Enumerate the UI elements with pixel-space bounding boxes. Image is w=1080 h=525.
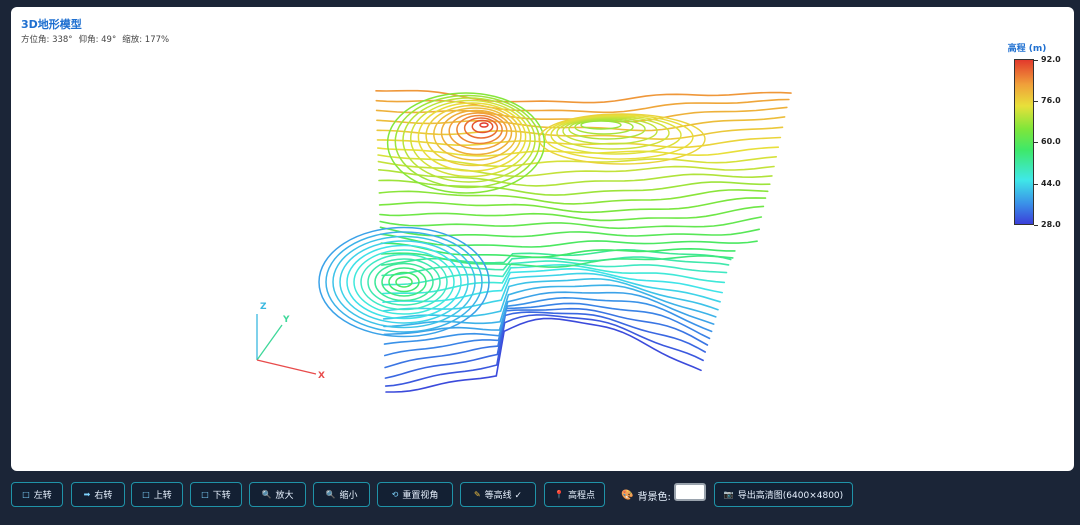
terrain-viewport[interactable]: 3D地形模型 方位角: 338° 仰角: 49° 缩放: 177% 高程 (m) 9… xyxy=(11,7,1074,471)
contour-line xyxy=(378,197,767,214)
zoom-label: 缩放: xyxy=(122,35,143,45)
contour-line xyxy=(479,122,489,128)
z-axis-label: Z xyxy=(260,302,267,312)
contour-line xyxy=(395,276,413,288)
elevation-colorbar xyxy=(1014,59,1034,225)
pin-icon: 📍 xyxy=(554,490,564,499)
reset-icon: ⟲ xyxy=(391,490,399,499)
reset-view-button[interactable]: ⟲ 重置视角 xyxy=(377,482,453,507)
rotate-up-label: 上转 xyxy=(153,491,172,501)
colorbar-tick xyxy=(1034,142,1038,143)
elevation-points-button[interactable]: 📍 高程点 xyxy=(544,482,605,507)
contour-line xyxy=(379,205,765,222)
rotate-left-button[interactable]: □ 左转 xyxy=(11,482,63,507)
axis-gizmo: Z Y X xyxy=(256,302,325,381)
page-title: 3D地形模型 xyxy=(21,18,82,31)
toolbar: □ 左转 ➡ 右转 □ 上转 □ 下转 🔍 放大 🔍 缩小 ⟲ 重置视角 ✎ 等高线 ✓ 📍 高程… xyxy=(11,482,1074,508)
y-axis-line xyxy=(256,324,283,361)
zoom-value: 177% xyxy=(144,35,170,45)
terrain-contour-plot[interactable] xyxy=(11,7,1074,471)
contours-toggle-label: 等高线 ✓ xyxy=(484,491,523,501)
magnifier-icon: 🔍 xyxy=(325,490,336,499)
contour-line xyxy=(379,216,763,230)
colorbar-tick xyxy=(1034,225,1038,226)
rotate-up-button[interactable]: □ 上转 xyxy=(131,482,183,507)
y-axis-label: Y xyxy=(282,315,290,325)
colorbar-tick xyxy=(1034,60,1038,61)
zoom-out-label: 缩小 xyxy=(339,491,358,501)
export-hd-button[interactable]: 📷 导出高清图(6400×4800) xyxy=(714,482,853,507)
contour-line xyxy=(378,189,769,205)
azimuth-value: 338° xyxy=(52,35,73,45)
elevation-points-label: 高程点 xyxy=(567,491,595,501)
azimuth-label: 方位角: xyxy=(21,35,50,45)
x-axis-line xyxy=(256,359,317,375)
square-icon: □ xyxy=(201,490,209,499)
contour-line xyxy=(376,126,784,141)
square-icon: □ xyxy=(22,490,30,499)
x-axis-label: X xyxy=(318,371,325,381)
colorbar-tick-label: 92.0 xyxy=(1041,55,1061,64)
view-status: 方位角: 338° 仰角: 49° 缩放: 177% xyxy=(21,33,169,45)
colorbar-tick xyxy=(1034,101,1038,102)
colorbar-tick-label: 76.0 xyxy=(1041,96,1061,105)
reset-view-label: 重置视角 xyxy=(402,491,439,501)
palette-icon: 🎨 xyxy=(621,490,634,501)
zoom-out-button[interactable]: 🔍 缩小 xyxy=(313,482,370,507)
legend-title: 高程 (m) xyxy=(1007,44,1047,54)
camera-icon: 📷 xyxy=(723,490,734,499)
square-icon: □ xyxy=(142,490,150,499)
export-hd-label: 导出高清图(6400×4800) xyxy=(737,491,844,501)
elevation-label: 仰角: xyxy=(78,35,99,45)
background-color-picker[interactable] xyxy=(674,483,706,501)
arrow-right-icon: ➡ xyxy=(83,490,91,499)
rotate-right-label: 右转 xyxy=(94,491,113,501)
contour-line xyxy=(388,271,420,293)
colorbar-tick-label: 44.0 xyxy=(1041,179,1061,188)
zoom-in-label: 放大 xyxy=(275,491,294,501)
elevation-value: 49° xyxy=(101,35,117,45)
colorbar-tick-label: 60.0 xyxy=(1041,137,1061,146)
zoom-in-button[interactable]: 🔍 放大 xyxy=(249,482,306,507)
background-color-label: 🎨 背景色: xyxy=(621,488,671,503)
magnifier-icon: 🔍 xyxy=(261,490,272,499)
rotate-down-button[interactable]: □ 下转 xyxy=(190,482,242,507)
contours-toggle-button[interactable]: ✎ 等高线 ✓ xyxy=(460,482,536,507)
rotate-right-button[interactable]: ➡ 右转 xyxy=(71,482,125,507)
rotate-down-label: 下转 xyxy=(212,491,231,501)
contour-line xyxy=(367,258,441,306)
colorbar-tick xyxy=(1034,184,1038,185)
contour-line xyxy=(346,244,462,320)
contour-line xyxy=(381,256,730,277)
rotate-left-label: 左转 xyxy=(33,491,52,501)
pencil-icon: ✎ xyxy=(473,490,481,499)
colorbar-tick-label: 28.0 xyxy=(1041,220,1061,229)
contour-line xyxy=(456,114,503,145)
background-label-text: 背景色: xyxy=(637,492,671,503)
